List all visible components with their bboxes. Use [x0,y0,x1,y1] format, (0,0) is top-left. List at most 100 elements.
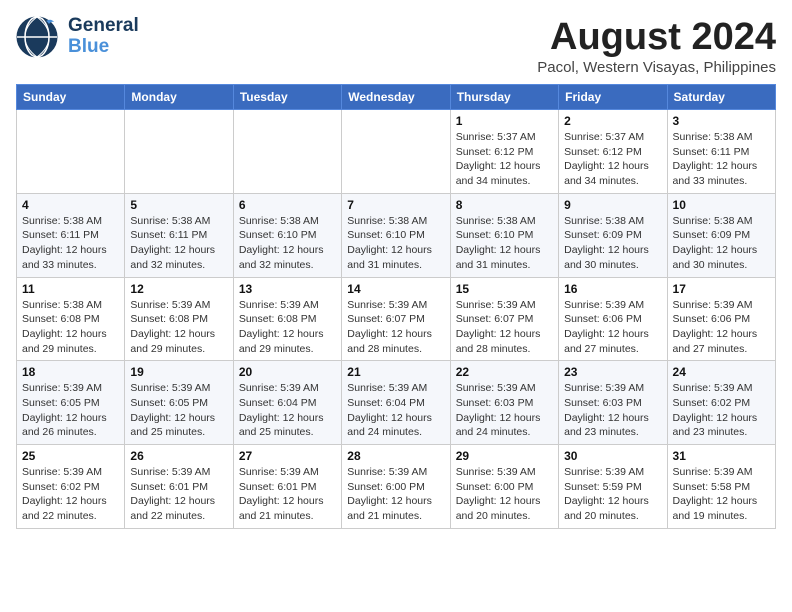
day-number: 6 [239,198,336,212]
calendar-header-saturday: Saturday [667,85,775,110]
calendar-header-friday: Friday [559,85,667,110]
day-number: 17 [673,282,770,296]
globe-icon [16,16,58,58]
day-number: 16 [564,282,661,296]
subtitle: Pacol, Western Visayas, Philippines [537,59,776,76]
day-number: 5 [130,198,227,212]
calendar-table: SundayMondayTuesdayWednesdayThursdayFrid… [16,84,776,529]
calendar-cell: 21 Sunrise: 5:39 AMSunset: 6:04 PMDayligh… [342,361,450,445]
day-info: Sunrise: 5:38 AMSunset: 6:10 PMDaylight:… [456,214,553,273]
day-number: 3 [673,114,770,128]
logo-general: General [68,16,139,37]
day-info: Sunrise: 5:39 AMSunset: 6:02 PMDaylight:… [673,381,770,440]
calendar-cell: 16Sunrise: 5:39 AMSunset: 6:06 PMDayligh… [559,277,667,361]
day-info: Sunrise: 5:38 AMSunset: 6:10 PMDaylight:… [347,214,444,273]
day-info: Sunrise: 5:39 AMSunset: 5:59 PMDaylight:… [564,465,661,524]
day-number: 28 [347,449,444,463]
day-number: 23 [564,365,661,379]
calendar-week-1: 1Sunrise: 5:37 AMSunset: 6:12 PMDaylight… [17,110,776,194]
calendar-cell: 14Sunrise: 5:39 AMSunset: 6:07 PMDayligh… [342,277,450,361]
day-number: 27 [239,449,336,463]
day-number: 26 [130,449,227,463]
day-info: Sunrise: 5:39 AMSunset: 6:04 PMDaylight:… [347,381,444,440]
calendar-cell: 7 Sunrise: 5:38 AMSunset: 6:10 PMDaylight… [342,193,450,277]
day-number: 20 [239,365,336,379]
day-info: Sunrise: 5:39 AMSunset: 6:03 PMDaylight:… [456,381,553,440]
calendar-cell: 23 Sunrise: 5:39 AMSunset: 6:03 PMDayligh… [559,361,667,445]
day-info: Sunrise: 5:38 AMSunset: 6:09 PMDaylight:… [673,214,770,273]
calendar-week-4: 18Sunrise: 5:39 AMSunset: 6:05 PMDayligh… [17,361,776,445]
calendar-cell: 6 Sunrise: 5:38 AMSunset: 6:10 PMDaylight… [233,193,341,277]
calendar-cell: 18Sunrise: 5:39 AMSunset: 6:05 PMDayligh… [17,361,125,445]
calendar-cell: 20 Sunrise: 5:39 AMSunset: 6:04 PMDayligh… [233,361,341,445]
calendar-cell: 17 Sunrise: 5:39 AMSunset: 6:06 PMDayligh… [667,277,775,361]
day-number: 22 [456,365,553,379]
day-info: Sunrise: 5:39 AMSunset: 6:08 PMDaylight:… [130,298,227,357]
calendar-cell: 12 Sunrise: 5:39 AMSunset: 6:08 PMDayligh… [125,277,233,361]
day-info: Sunrise: 5:38 AMSunset: 6:11 PMDaylight:… [130,214,227,273]
calendar-header-thursday: Thursday [450,85,558,110]
day-info: Sunrise: 5:39 AMSunset: 6:05 PMDaylight:… [130,381,227,440]
day-number: 10 [673,198,770,212]
calendar-cell: 29 Sunrise: 5:39 AMSunset: 6:00 PMDayligh… [450,445,558,529]
calendar-cell: 27 Sunrise: 5:39 AMSunset: 6:01 PMDayligh… [233,445,341,529]
calendar-cell: 1Sunrise: 5:37 AMSunset: 6:12 PMDaylight… [450,110,558,194]
day-info: Sunrise: 5:39 AMSunset: 6:00 PMDaylight:… [347,465,444,524]
page-header: General Blue August 2024 Pacol, Western … [16,16,776,76]
day-number: 25 [22,449,119,463]
calendar-cell: 24 Sunrise: 5:39 AMSunset: 6:02 PMDayligh… [667,361,775,445]
calendar-cell: 3Sunrise: 5:38 AMSunset: 6:11 PMDaylight… [667,110,775,194]
calendar-cell: 11Sunrise: 5:38 AMSunset: 6:08 PMDayligh… [17,277,125,361]
calendar-header-sunday: Sunday [17,85,125,110]
day-info: Sunrise: 5:39 AMSunset: 6:05 PMDaylight:… [22,381,119,440]
day-number: 13 [239,282,336,296]
day-number: 21 [347,365,444,379]
calendar-cell: 4 Sunrise: 5:38 AMSunset: 6:11 PMDaylight… [17,193,125,277]
day-number: 4 [22,198,119,212]
day-info: Sunrise: 5:39 AMSunset: 6:02 PMDaylight:… [22,465,119,524]
calendar-cell: 30 Sunrise: 5:39 AMSunset: 5:59 PMDayligh… [559,445,667,529]
calendar-cell [125,110,233,194]
day-info: Sunrise: 5:38 AMSunset: 6:10 PMDaylight:… [239,214,336,273]
day-info: Sunrise: 5:38 AMSunset: 6:09 PMDaylight:… [564,214,661,273]
logo-blue: Blue [68,37,139,58]
calendar-cell: 26 Sunrise: 5:39 AMSunset: 6:01 PMDayligh… [125,445,233,529]
day-info: Sunrise: 5:38 AMSunset: 6:08 PMDaylight:… [22,298,119,357]
day-info: Sunrise: 5:37 AMSunset: 6:12 PMDaylight:… [456,130,553,189]
day-number: 12 [130,282,227,296]
day-info: Sunrise: 5:39 AMSunset: 6:08 PMDaylight:… [239,298,336,357]
calendar-cell: 31Sunrise: 5:39 AMSunset: 5:58 PMDayligh… [667,445,775,529]
day-number: 30 [564,449,661,463]
day-info: Sunrise: 5:37 AMSunset: 6:12 PMDaylight:… [564,130,661,189]
calendar-cell [17,110,125,194]
day-info: Sunrise: 5:39 AMSunset: 6:04 PMDaylight:… [239,381,336,440]
calendar-cell: 15 Sunrise: 5:39 AMSunset: 6:07 PMDayligh… [450,277,558,361]
day-number: 24 [673,365,770,379]
calendar-header-monday: Monday [125,85,233,110]
day-info: Sunrise: 5:39 AMSunset: 6:00 PMDaylight:… [456,465,553,524]
day-info: Sunrise: 5:38 AMSunset: 6:11 PMDaylight:… [22,214,119,273]
day-info: Sunrise: 5:39 AMSunset: 6:01 PMDaylight:… [130,465,227,524]
calendar-header-row: SundayMondayTuesdayWednesdayThursdayFrid… [17,85,776,110]
calendar-header-tuesday: Tuesday [233,85,341,110]
calendar-cell: 19 Sunrise: 5:39 AMSunset: 6:05 PMDayligh… [125,361,233,445]
calendar-week-3: 11Sunrise: 5:38 AMSunset: 6:08 PMDayligh… [17,277,776,361]
calendar-cell: 22 Sunrise: 5:39 AMSunset: 6:03 PMDayligh… [450,361,558,445]
day-info: Sunrise: 5:39 AMSunset: 6:07 PMDaylight:… [456,298,553,357]
calendar-cell [233,110,341,194]
day-number: 7 [347,198,444,212]
logo: General Blue [16,16,139,58]
day-number: 19 [130,365,227,379]
calendar-week-5: 25 Sunrise: 5:39 AMSunset: 6:02 PMDayligh… [17,445,776,529]
calendar-cell: 13 Sunrise: 5:39 AMSunset: 6:08 PMDayligh… [233,277,341,361]
calendar-cell: 10 Sunrise: 5:38 AMSunset: 6:09 PMDayligh… [667,193,775,277]
day-info: Sunrise: 5:39 AMSunset: 6:01 PMDaylight:… [239,465,336,524]
day-number: 9 [564,198,661,212]
day-number: 15 [456,282,553,296]
calendar-cell: 8Sunrise: 5:38 AMSunset: 6:10 PMDaylight… [450,193,558,277]
day-info: Sunrise: 5:39 AMSunset: 6:03 PMDaylight:… [564,381,661,440]
day-info: Sunrise: 5:39 AMSunset: 6:07 PMDaylight:… [347,298,444,357]
day-info: Sunrise: 5:39 AMSunset: 5:58 PMDaylight:… [673,465,770,524]
day-number: 29 [456,449,553,463]
day-info: Sunrise: 5:39 AMSunset: 6:06 PMDaylight:… [673,298,770,357]
